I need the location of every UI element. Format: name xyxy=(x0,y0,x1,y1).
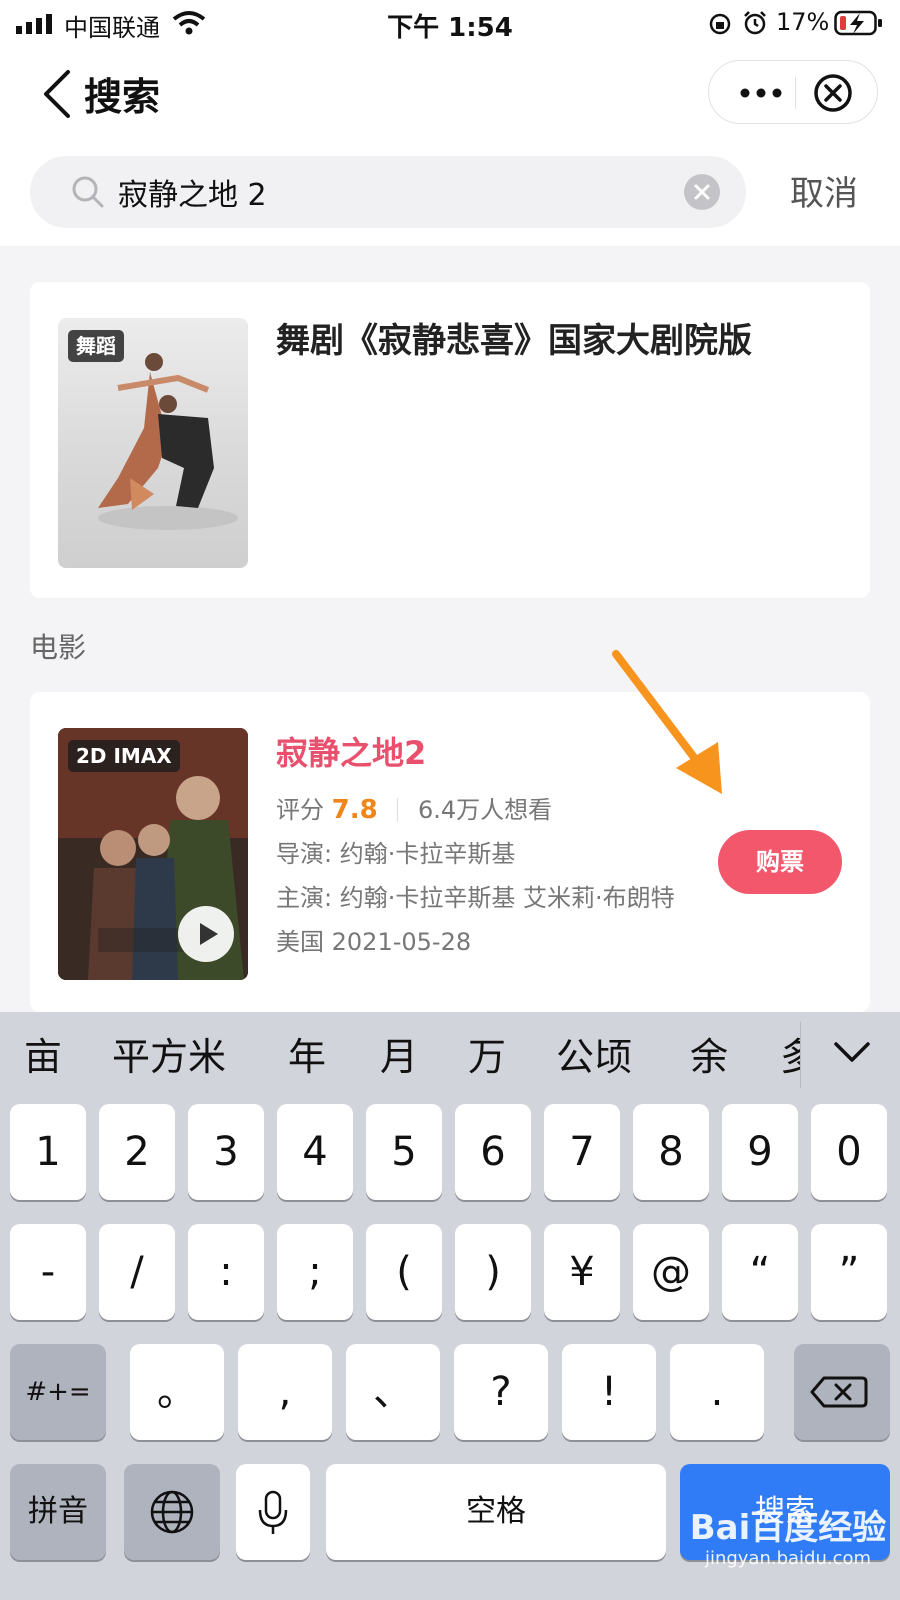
key-question[interactable]: ? xyxy=(454,1344,548,1440)
back-icon[interactable] xyxy=(40,68,76,120)
search-input[interactable] xyxy=(118,166,678,218)
movie-origin-row: 美国 2021-05-28 xyxy=(276,922,471,957)
show-title[interactable]: 舞剧《寂静悲喜》国家大剧院版 xyxy=(276,318,856,364)
candidate-4[interactable]: 月 xyxy=(380,1026,418,1081)
key-more-symbols[interactable]: #+= xyxy=(10,1344,106,1440)
key-5[interactable]: 5 xyxy=(366,1104,442,1200)
key-enum-comma[interactable]: 、 xyxy=(346,1344,440,1440)
candidate-2[interactable]: 平方米 xyxy=(112,1026,226,1081)
show-result-card[interactable]: 舞蹈 舞剧《寂静悲喜》国家大剧院版 xyxy=(30,282,870,598)
movie-country: 美国 xyxy=(276,928,324,956)
battery-percent: 17% xyxy=(776,8,830,36)
rating-score: 7.8 xyxy=(331,795,378,825)
movie-release-date: 2021-05-28 xyxy=(331,928,472,956)
close-miniprogram-icon[interactable] xyxy=(811,71,855,115)
watermark-url: jingyan.baidu.com xyxy=(704,1548,872,1569)
baidu-jingyan-watermark: Bai百度经验 jingyan.baidu.com xyxy=(688,1508,888,1570)
movie-rating-row: 评分 7.8 6.4万人想看 xyxy=(276,790,552,825)
cast-label: 主演: xyxy=(276,884,333,912)
chevron-down-icon[interactable] xyxy=(832,1038,872,1068)
capsule-divider xyxy=(795,77,796,109)
battery-charging-icon xyxy=(834,10,882,36)
globe-icon xyxy=(150,1490,194,1534)
clear-icon xyxy=(694,184,710,200)
want-to-see-count: 6.4万人想看 xyxy=(417,796,553,824)
microphone-icon xyxy=(258,1490,288,1534)
globe-key[interactable] xyxy=(124,1464,220,1560)
key-2[interactable]: 2 xyxy=(99,1104,175,1200)
more-icon[interactable] xyxy=(733,61,789,125)
section-header-movie: 电影 xyxy=(30,631,87,664)
show-category-tag: 舞蹈 xyxy=(68,330,124,362)
alarm-icon xyxy=(744,11,766,35)
key-slash[interactable]: / xyxy=(99,1224,175,1320)
search-icon xyxy=(72,176,104,208)
search-row: 取消 xyxy=(0,142,900,246)
key-yen[interactable]: ¥ xyxy=(544,1224,620,1320)
pinyin-key[interactable]: 拼音 xyxy=(10,1464,106,1560)
candidate-6[interactable]: 公顷 xyxy=(556,1026,632,1081)
search-box xyxy=(30,156,746,228)
rating-divider xyxy=(397,798,399,822)
backspace-icon xyxy=(810,1376,868,1408)
microphone-key[interactable] xyxy=(236,1464,310,1560)
key-8[interactable]: 8 xyxy=(633,1104,709,1200)
status-bar: 中国联通 下午 1:54 17% xyxy=(0,0,900,46)
movie-result-card[interactable]: 2D IMAX 寂静之地2 评分 7.8 6.4万人想看 导演: 约翰·卡拉辛斯… xyxy=(30,692,870,1012)
candidate-7[interactable]: 余 xyxy=(690,1026,728,1081)
buy-ticket-button[interactable]: 购票 xyxy=(718,830,842,894)
key-6[interactable]: 6 xyxy=(455,1104,531,1200)
play-trailer-button[interactable] xyxy=(178,906,234,962)
rotation-lock-icon xyxy=(709,13,731,35)
candidate-3[interactable]: 年 xyxy=(288,1026,326,1081)
key-semicolon[interactable]: ; xyxy=(277,1224,353,1320)
cast-names: 约翰·卡拉辛斯基 艾米莉·布朗特 xyxy=(339,884,675,912)
key-open-quote[interactable]: “ xyxy=(722,1224,798,1320)
director-label: 导演: xyxy=(276,840,333,868)
delete-key[interactable] xyxy=(794,1344,890,1440)
key-0[interactable]: 0 xyxy=(811,1104,887,1200)
candidate-1[interactable]: 亩 xyxy=(24,1026,62,1081)
movie-format-tag: 2D IMAX xyxy=(68,740,180,772)
key-comma[interactable]: , xyxy=(238,1344,332,1440)
rating-label: 评分 xyxy=(276,796,324,824)
key-1[interactable]: 1 xyxy=(10,1104,86,1200)
movie-title[interactable]: 寂静之地2 xyxy=(276,728,426,774)
nav-bar: 搜索 xyxy=(0,46,900,142)
candidate-5[interactable]: 万 xyxy=(468,1026,506,1081)
watermark-logo: Bai百度经验 xyxy=(689,1508,887,1548)
key-at[interactable]: @ xyxy=(633,1224,709,1320)
miniprogram-capsule xyxy=(708,60,878,124)
play-icon xyxy=(200,923,218,945)
movie-poster[interactable]: 2D IMAX xyxy=(58,728,248,980)
movie-cast-row: 主演: 约翰·卡拉辛斯基 艾米莉·布朗特 xyxy=(276,878,696,913)
key-4[interactable]: 4 xyxy=(277,1104,353,1200)
movie-director-row: 导演: 约翰·卡拉辛斯基 xyxy=(276,834,515,869)
key-3[interactable]: 3 xyxy=(188,1104,264,1200)
key-close-quote[interactable]: ” xyxy=(811,1224,887,1320)
cancel-button[interactable]: 取消 xyxy=(790,166,858,215)
candidate-divider xyxy=(800,1022,801,1088)
key-dash[interactable]: - xyxy=(10,1224,86,1320)
candidate-bar: 亩 平方米 年 月 万 公顷 余 多 xyxy=(0,1012,900,1096)
director-name: 约翰·卡拉辛斯基 xyxy=(339,840,516,868)
key-dot[interactable]: . xyxy=(670,1344,764,1440)
candidate-8[interactable]: 多 xyxy=(780,1026,800,1081)
key-period-cn[interactable]: 。 xyxy=(130,1344,224,1440)
page-title: 搜索 xyxy=(84,75,161,119)
key-close-paren[interactable]: ) xyxy=(455,1224,531,1320)
space-key[interactable]: 空格 xyxy=(326,1464,666,1560)
annotation-arrow-icon xyxy=(612,650,722,794)
key-open-paren[interactable]: ( xyxy=(366,1224,442,1320)
key-colon[interactable]: : xyxy=(188,1224,264,1320)
key-exclaim[interactable]: ! xyxy=(562,1344,656,1440)
key-7[interactable]: 7 xyxy=(544,1104,620,1200)
show-poster[interactable]: 舞蹈 xyxy=(58,318,248,568)
key-9[interactable]: 9 xyxy=(722,1104,798,1200)
clear-search-button[interactable] xyxy=(684,174,720,210)
